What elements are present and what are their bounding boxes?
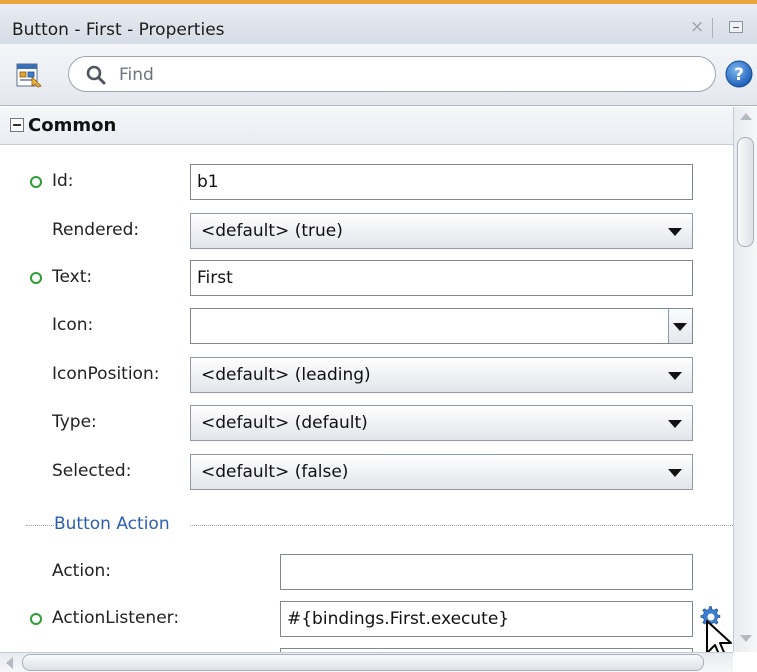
group-label: Button Action	[54, 514, 170, 534]
window-title: Button - First - Properties	[12, 20, 225, 40]
property-sheet: Common Id: b1 Rendered: <default> (true)…	[0, 107, 733, 652]
selected-value: <default> (false)	[201, 462, 349, 482]
property-label: IconPosition:	[52, 364, 160, 384]
mouse-cursor-icon	[706, 620, 732, 652]
property-row-type: Type: <default> (default)	[0, 403, 733, 443]
id-value: b1	[197, 172, 219, 192]
required-indicator-icon	[30, 613, 42, 625]
minimize-icon[interactable]	[729, 21, 743, 33]
group-divider	[190, 525, 733, 526]
property-row-text: Text: First	[0, 258, 733, 298]
property-row-selected: Selected: <default> (false)	[0, 452, 733, 492]
svg-text:?: ?	[734, 65, 744, 85]
icon-position-value: <default> (leading)	[201, 365, 371, 385]
section-title: Common	[28, 115, 117, 136]
action-field[interactable]	[280, 554, 693, 590]
scroll-left-icon[interactable]	[6, 657, 13, 669]
property-label: Id:	[52, 171, 74, 191]
section-header-common[interactable]: Common	[0, 107, 733, 145]
property-label: Type:	[52, 412, 97, 432]
icon-dropdown-button[interactable]	[668, 309, 692, 343]
property-row-icon-position: IconPosition: <default> (leading)	[0, 355, 733, 395]
icon-position-select[interactable]: <default> (leading)	[190, 357, 693, 393]
chevron-down-icon	[673, 323, 687, 331]
scroll-up-icon[interactable]	[740, 113, 752, 120]
binding-page-icon[interactable]	[14, 60, 44, 90]
property-row-id: Id: b1	[0, 162, 733, 202]
search-field[interactable]	[68, 56, 716, 92]
scrollbar-thumb[interactable]	[22, 654, 704, 671]
action-listener-field[interactable]: #{bindings.First.execute}	[280, 601, 693, 637]
property-label: Selected:	[52, 461, 132, 481]
type-value: <default> (default)	[201, 413, 368, 433]
rendered-value: <default> (true)	[201, 221, 343, 241]
chevron-down-icon	[668, 420, 682, 428]
selected-select[interactable]: <default> (false)	[190, 454, 693, 490]
close-icon[interactable]: ×	[690, 18, 704, 36]
group-divider	[26, 525, 54, 526]
horizontal-scrollbar[interactable]	[0, 652, 733, 672]
property-label: Icon:	[52, 315, 94, 335]
rendered-select[interactable]: <default> (true)	[190, 213, 693, 249]
search-icon	[86, 65, 106, 85]
vertical-scrollbar[interactable]	[733, 107, 757, 652]
icon-combo[interactable]	[190, 308, 693, 344]
title-separator	[712, 18, 713, 38]
type-select[interactable]: <default> (default)	[190, 405, 693, 441]
scrollbar-thumb[interactable]	[737, 137, 754, 247]
chevron-down-icon	[668, 372, 682, 380]
scroll-down-icon[interactable]	[740, 635, 752, 642]
required-indicator-icon	[30, 176, 42, 188]
property-label: Rendered:	[52, 220, 140, 240]
property-row-rendered: Rendered: <default> (true)	[0, 211, 733, 251]
property-row-icon: Icon:	[0, 306, 733, 346]
property-label: ActionListener:	[52, 608, 180, 628]
id-field[interactable]: b1	[190, 164, 693, 200]
required-indicator-icon	[30, 272, 42, 284]
title-bar: Button - First - Properties ×	[0, 0, 757, 44]
collapse-icon[interactable]	[10, 118, 24, 132]
property-row-action-listener: ActionListener: #{bindings.First.execute…	[0, 599, 733, 639]
search-input[interactable]	[117, 63, 681, 87]
action-listener-value: #{bindings.First.execute}	[287, 609, 510, 629]
help-icon[interactable]: ?	[724, 59, 754, 89]
property-label: Action:	[52, 561, 111, 581]
toolbar: ?	[0, 44, 757, 106]
property-label: Text:	[52, 267, 93, 287]
text-value: First	[197, 268, 233, 288]
properties-window: Button - First - Properties × Find ? Com…	[0, 0, 757, 672]
group-header-button-action: Button Action	[0, 509, 733, 539]
text-field[interactable]: First	[190, 260, 693, 296]
property-row-action: Action:	[0, 552, 733, 592]
chevron-down-icon	[668, 228, 682, 236]
chevron-down-icon	[668, 469, 682, 477]
